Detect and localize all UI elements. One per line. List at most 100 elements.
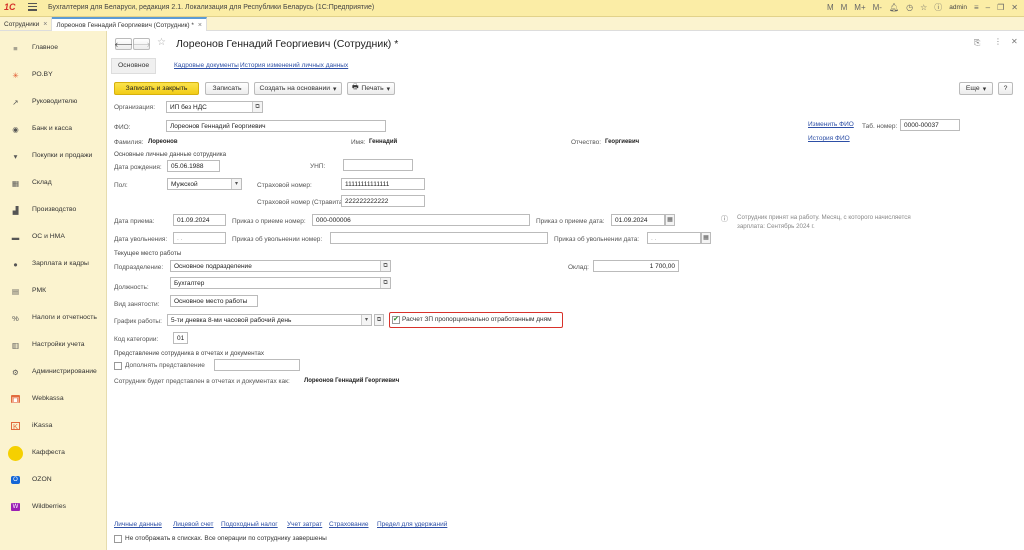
unp-field[interactable] [343, 159, 413, 171]
ikassa-icon: K [11, 421, 20, 431]
more-button[interactable]: Еще ▾ [959, 82, 993, 95]
supplement-field[interactable] [214, 359, 300, 371]
close-icon[interactable]: ✕ [1011, 3, 1018, 12]
sections-panel: ≡ Главное ✳ РО.BY ↗ Руководителю ◉ Банк и ка… [0, 31, 107, 550]
memory-mminus-icon[interactable]: M- [873, 3, 882, 12]
tab-main[interactable]: Основное [111, 58, 157, 74]
more-dots-icon[interactable]: ⋮ [994, 37, 1002, 46]
representation-section-title: Представление сотрудника в отчетах и док… [114, 350, 265, 357]
hide-in-lists-checkbox[interactable] [114, 535, 122, 543]
sidebar-item-assets[interactable]: ▬ ОС и НМА [0, 230, 107, 244]
tab-hr-documents[interactable]: Кадровые документы [174, 62, 239, 69]
sidebar-item-production[interactable]: ▟ Производство [0, 203, 107, 217]
chevron-down-icon[interactable]: ▾ [361, 315, 371, 325]
sidebar-item-webkassa[interactable]: ▣ Webkassa [0, 392, 107, 406]
user-name[interactable]: admin [949, 4, 967, 11]
org-field[interactable]: ИП без НДС ⧉ [166, 101, 263, 113]
favorite-star-icon[interactable]: ☆ [157, 37, 166, 48]
save-button[interactable]: Записать [205, 82, 249, 95]
footer-link-personal-data[interactable]: Личные данные [114, 521, 162, 528]
schedule-select[interactable]: 5-ти дневка 8-ми часовой рабочий день ▾ [167, 314, 372, 326]
hamburger-icon[interactable]: ≡ [974, 3, 979, 12]
footer-link-costs[interactable]: Учет затрат [287, 521, 322, 528]
back-button[interactable]: 🡐 [114, 38, 133, 50]
print-button[interactable]: 🖶︎ Печать ▾ [347, 82, 395, 95]
open-icon[interactable]: ⧉ [380, 278, 390, 288]
save-and-close-button[interactable]: Записать и закрыть [114, 82, 199, 95]
tab-employees[interactable]: Сотрудники × [0, 17, 53, 31]
sidebar-item-ikassa[interactable]: KiKassa [0, 419, 107, 433]
position-field[interactable]: Бухгалтер ⧉ [170, 277, 391, 289]
sidebar-item-admin[interactable]: ⚙ Администрирование [0, 365, 107, 379]
calendar-icon[interactable]: ▦ [701, 232, 711, 244]
close-icon[interactable]: × [43, 21, 47, 28]
sidebar-item-kaffesta[interactable]: Каффеста [0, 446, 107, 461]
supplement-checkbox[interactable] [114, 362, 122, 370]
main-menu-icon[interactable] [28, 3, 37, 12]
hire-date-field[interactable]: 01.09.2024 [173, 214, 226, 226]
dismiss-order-date-field[interactable]: . . [647, 232, 701, 244]
footer-link-insurance[interactable]: Страхование [329, 521, 369, 528]
sidebar-item-manager[interactable]: ↗ Руководителю [0, 95, 107, 109]
prorate-checkbox[interactable] [392, 315, 400, 324]
bell-icon[interactable]: 🔔︎ [889, 3, 899, 12]
info-icon[interactable]: ⓘ [934, 2, 942, 13]
employment-field[interactable]: Основное место работы [170, 295, 258, 307]
tab-personal-history[interactable]: История изменений личных данных [240, 62, 348, 69]
hire-order-date-field[interactable]: 01.09.2024 [611, 214, 665, 226]
schedule-value: 5-ти дневка 8-ми часовой рабочий день [171, 317, 292, 324]
sidebar-item-settings[interactable]: ▥ Настройки учета [0, 338, 107, 352]
history-icon[interactable]: ◷ [906, 3, 913, 12]
sidebar-item-warehouse[interactable]: ▦ Склад [0, 176, 107, 190]
footer-link-account[interactable]: Лицевой счет [173, 521, 214, 528]
sidebar-item-main[interactable]: ≡ Главное [0, 41, 107, 55]
employment-label: Вид занятости: [114, 301, 160, 308]
fio-history-link[interactable]: История ФИО [808, 135, 850, 142]
footer-link-income-tax[interactable]: Подоходный налог [221, 521, 278, 528]
help-button[interactable]: ? [998, 82, 1013, 95]
open-icon[interactable]: ⧉ [380, 261, 390, 271]
create-based-on-button[interactable]: Создать на основании ▾ [254, 82, 342, 95]
restore-icon[interactable]: ❐ [997, 3, 1004, 12]
sidebar-item-bank[interactable]: ◉ Банк и касса [0, 122, 107, 136]
category-field[interactable]: 01 [173, 332, 188, 344]
birth-date-field[interactable]: 05.06.1988 [167, 160, 220, 172]
more-label: Еще [965, 85, 980, 92]
minimize-icon[interactable]: – [986, 3, 990, 12]
forward-button[interactable]: 🡒 [132, 38, 151, 50]
change-fio-link[interactable]: Изменить ФИО [808, 121, 854, 128]
open-icon[interactable]: ⧉ [252, 102, 262, 112]
tab-number-field[interactable]: 0000-00037 [900, 119, 960, 131]
sidebar-item-pos[interactable]: ▤ РМК [0, 284, 107, 298]
salary-field[interactable]: 1 700,00 [593, 260, 679, 272]
insurance-field[interactable]: 11111111111111 [341, 178, 425, 190]
gender-value: Мужской [171, 181, 198, 188]
chevron-down-icon[interactable]: ▾ [231, 179, 241, 189]
gender-select[interactable]: Мужской ▾ [167, 178, 242, 190]
close-form-icon[interactable]: ✕ [1011, 37, 1018, 46]
sidebar-item-wildberries[interactable]: W Wildberries [0, 500, 107, 514]
sidebar-item-ozon[interactable]: O OZON [0, 473, 107, 487]
hire-order-field[interactable]: 000-000006 [312, 214, 530, 226]
sidebar-item-taxes[interactable]: % Налоги и отчетность [0, 311, 107, 325]
insurance-stravita-field[interactable]: 222222222222 [341, 195, 425, 207]
ozon-icon: O [11, 476, 20, 484]
department-value: Основное подразделение [174, 263, 252, 270]
department-field[interactable]: Основное подразделение ⧉ [170, 260, 391, 272]
dismiss-order-field[interactable] [330, 232, 548, 244]
memory-m-icon[interactable]: M [827, 3, 834, 12]
memory-mplus-icon[interactable]: M+ [854, 3, 865, 12]
footer-link-deduction-limit[interactable]: Предел для удержаний [377, 521, 447, 528]
close-icon[interactable]: × [198, 22, 202, 29]
sidebar-item-ro-by[interactable]: ✳ РО.BY [0, 68, 107, 82]
sidebar-item-purchases[interactable]: ▾ Покупки и продажи [0, 149, 107, 163]
fio-field[interactable]: Лореонов Геннадий Георгиевич [166, 120, 386, 132]
link-icon[interactable]: ⎘ [974, 38, 980, 48]
dismiss-date-field[interactable]: . . [173, 232, 226, 244]
tab-employee-card[interactable]: Лореонов Геннадий Георгиевич (Сотрудник)… [52, 17, 208, 31]
memory-m2-icon[interactable]: M [841, 3, 848, 12]
open-icon[interactable]: ⧉ [374, 314, 384, 326]
star-icon[interactable]: ☆ [920, 3, 927, 12]
calendar-icon[interactable]: ▦ [665, 214, 675, 226]
sidebar-item-salary[interactable]: ● Зарплата и кадры [0, 257, 107, 271]
